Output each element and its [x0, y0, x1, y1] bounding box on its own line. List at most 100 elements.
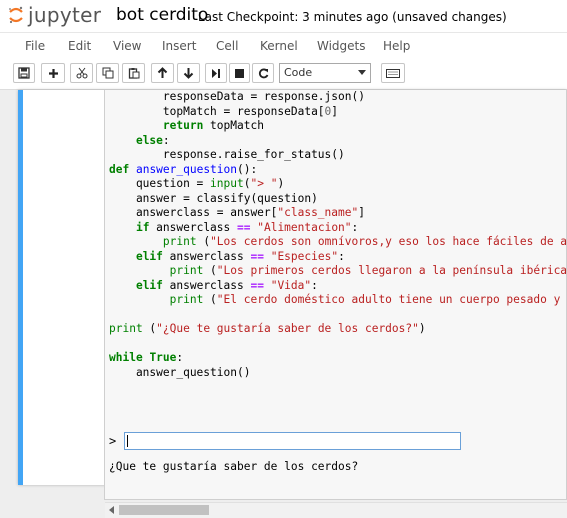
code-token: if [135, 220, 150, 234]
code-token: answerclass [162, 278, 251, 292]
code-token: response.raise_for_status() [109, 148, 345, 161]
add-icon [48, 68, 58, 78]
stdin-input-field[interactable] [124, 432, 461, 450]
code-line: print ("El cerdo doméstico adulto tiene … [109, 293, 567, 308]
code-token: print [169, 264, 204, 277]
code-token: "> " [250, 177, 278, 190]
code-token: "Vida" [270, 278, 312, 292]
code-line: elif answerclass == "Vida": [109, 279, 567, 294]
code-token: : [162, 133, 170, 147]
code-token: "Los cerdos son omnívoros,y eso los hace… [210, 235, 567, 248]
code-token: answerclass [162, 249, 251, 263]
horizontal-scrollbar[interactable] [105, 502, 567, 518]
code-token: True [149, 351, 177, 364]
cell-type-select[interactable]: Code [279, 63, 371, 83]
notebook-name[interactable]: bot cerdito [116, 5, 208, 25]
code-line: response.raise_for_status() [109, 148, 567, 163]
code-line: print ("Los primeros cerdos llegaron a l… [109, 264, 567, 279]
checkpoint-status: Last Checkpoint: 3 minutes ago (unsaved … [198, 10, 507, 24]
jupyter-logo-icon [9, 6, 23, 24]
code-token: elif [135, 249, 163, 263]
code-line: question = input("> ") [109, 177, 567, 192]
menu-widgets[interactable]: Widgets [317, 39, 366, 53]
code-line: while True: [109, 351, 567, 366]
menu-view[interactable]: View [113, 39, 141, 53]
code-line: if answerclass == "Alimentacion": [109, 221, 567, 236]
code-token: answer_question() [109, 365, 251, 379]
code-token: ( [142, 322, 157, 335]
code-token: print [169, 293, 204, 306]
code-token: ( [203, 293, 217, 306]
restart-icon [258, 68, 268, 78]
save-button[interactable] [13, 63, 35, 83]
menu-cell[interactable]: Cell [216, 39, 238, 53]
paste-button[interactable] [122, 63, 145, 83]
code-token: : [176, 351, 184, 364]
code-token: == [250, 278, 264, 292]
code-line: answer = classify(question) [109, 192, 567, 207]
insert-cell-button[interactable] [41, 63, 65, 83]
copy-icon [102, 67, 113, 79]
code-token: answerclass = answer[ [109, 206, 278, 219]
code-token: topMatch = responseData[ [109, 104, 325, 118]
code-token: answer_question [135, 162, 238, 176]
code-line: answerclass = answer["class_name"] [109, 206, 567, 221]
copy-button[interactable] [96, 63, 119, 83]
move-down-button[interactable] [177, 63, 200, 83]
run-button[interactable] [205, 63, 227, 83]
code-token: ] [358, 206, 365, 219]
menu-kernel[interactable]: Kernel [260, 39, 298, 53]
code-token: : [351, 220, 359, 234]
code-token: "Los primeros cerdos llegaron a la penín… [216, 264, 567, 277]
menu-file[interactable]: File [25, 39, 45, 53]
code-line: else: [109, 134, 567, 149]
jupyter-logo[interactable]: jupyter [8, 3, 103, 28]
cut-icon [76, 67, 87, 79]
chevron-down-icon [358, 70, 366, 75]
scroll-left-icon[interactable] [109, 506, 114, 514]
code-line: answer_question() [109, 366, 567, 381]
code-token: ) [277, 177, 285, 190]
code-token: responseData = response.json() [109, 90, 365, 103]
code-token: "¿Que te gustaría saber de los cerdos?" [156, 322, 419, 335]
save-icon [18, 67, 30, 79]
code-token: print [109, 322, 143, 335]
stop-icon [235, 68, 244, 78]
code-token: input [210, 177, 244, 190]
logo-text: jupyter [28, 3, 102, 27]
notebook-area: responseData = response.json() topMatch … [0, 90, 567, 518]
code-token: ( [203, 264, 217, 277]
code-token: answer = classify(question) [109, 191, 318, 205]
code-editor[interactable]: responseData = response.json() topMatch … [109, 90, 567, 380]
code-token: return [162, 119, 204, 132]
move-up-icon [157, 67, 168, 78]
scrollbar-thumb[interactable] [119, 505, 209, 515]
code-token: "class_name" [277, 206, 359, 219]
code-line: topMatch = responseData[0] [109, 105, 567, 120]
restart-button[interactable] [252, 63, 274, 83]
command-palette-button[interactable] [381, 63, 405, 83]
cut-button[interactable] [70, 63, 93, 83]
text-caret [127, 435, 128, 447]
menu-insert[interactable]: Insert [162, 39, 196, 53]
menu-edit[interactable]: Edit [68, 39, 91, 53]
move-up-button[interactable] [151, 63, 174, 83]
code-token: while [109, 351, 143, 364]
keyboard-icon [386, 68, 400, 78]
code-line: responseData = response.json() [109, 90, 567, 105]
stop-button[interactable] [229, 63, 250, 83]
menu-help[interactable]: Help [383, 39, 410, 53]
code-line: elif answerclass == "Especies": [109, 250, 567, 265]
code-token: "El cerdo doméstico adulto tiene un cuer… [216, 293, 567, 306]
code-line: def answer_question(): [109, 163, 567, 178]
cell-output-text: ¿Que te gustaría saber de los cerdos? [109, 460, 359, 473]
